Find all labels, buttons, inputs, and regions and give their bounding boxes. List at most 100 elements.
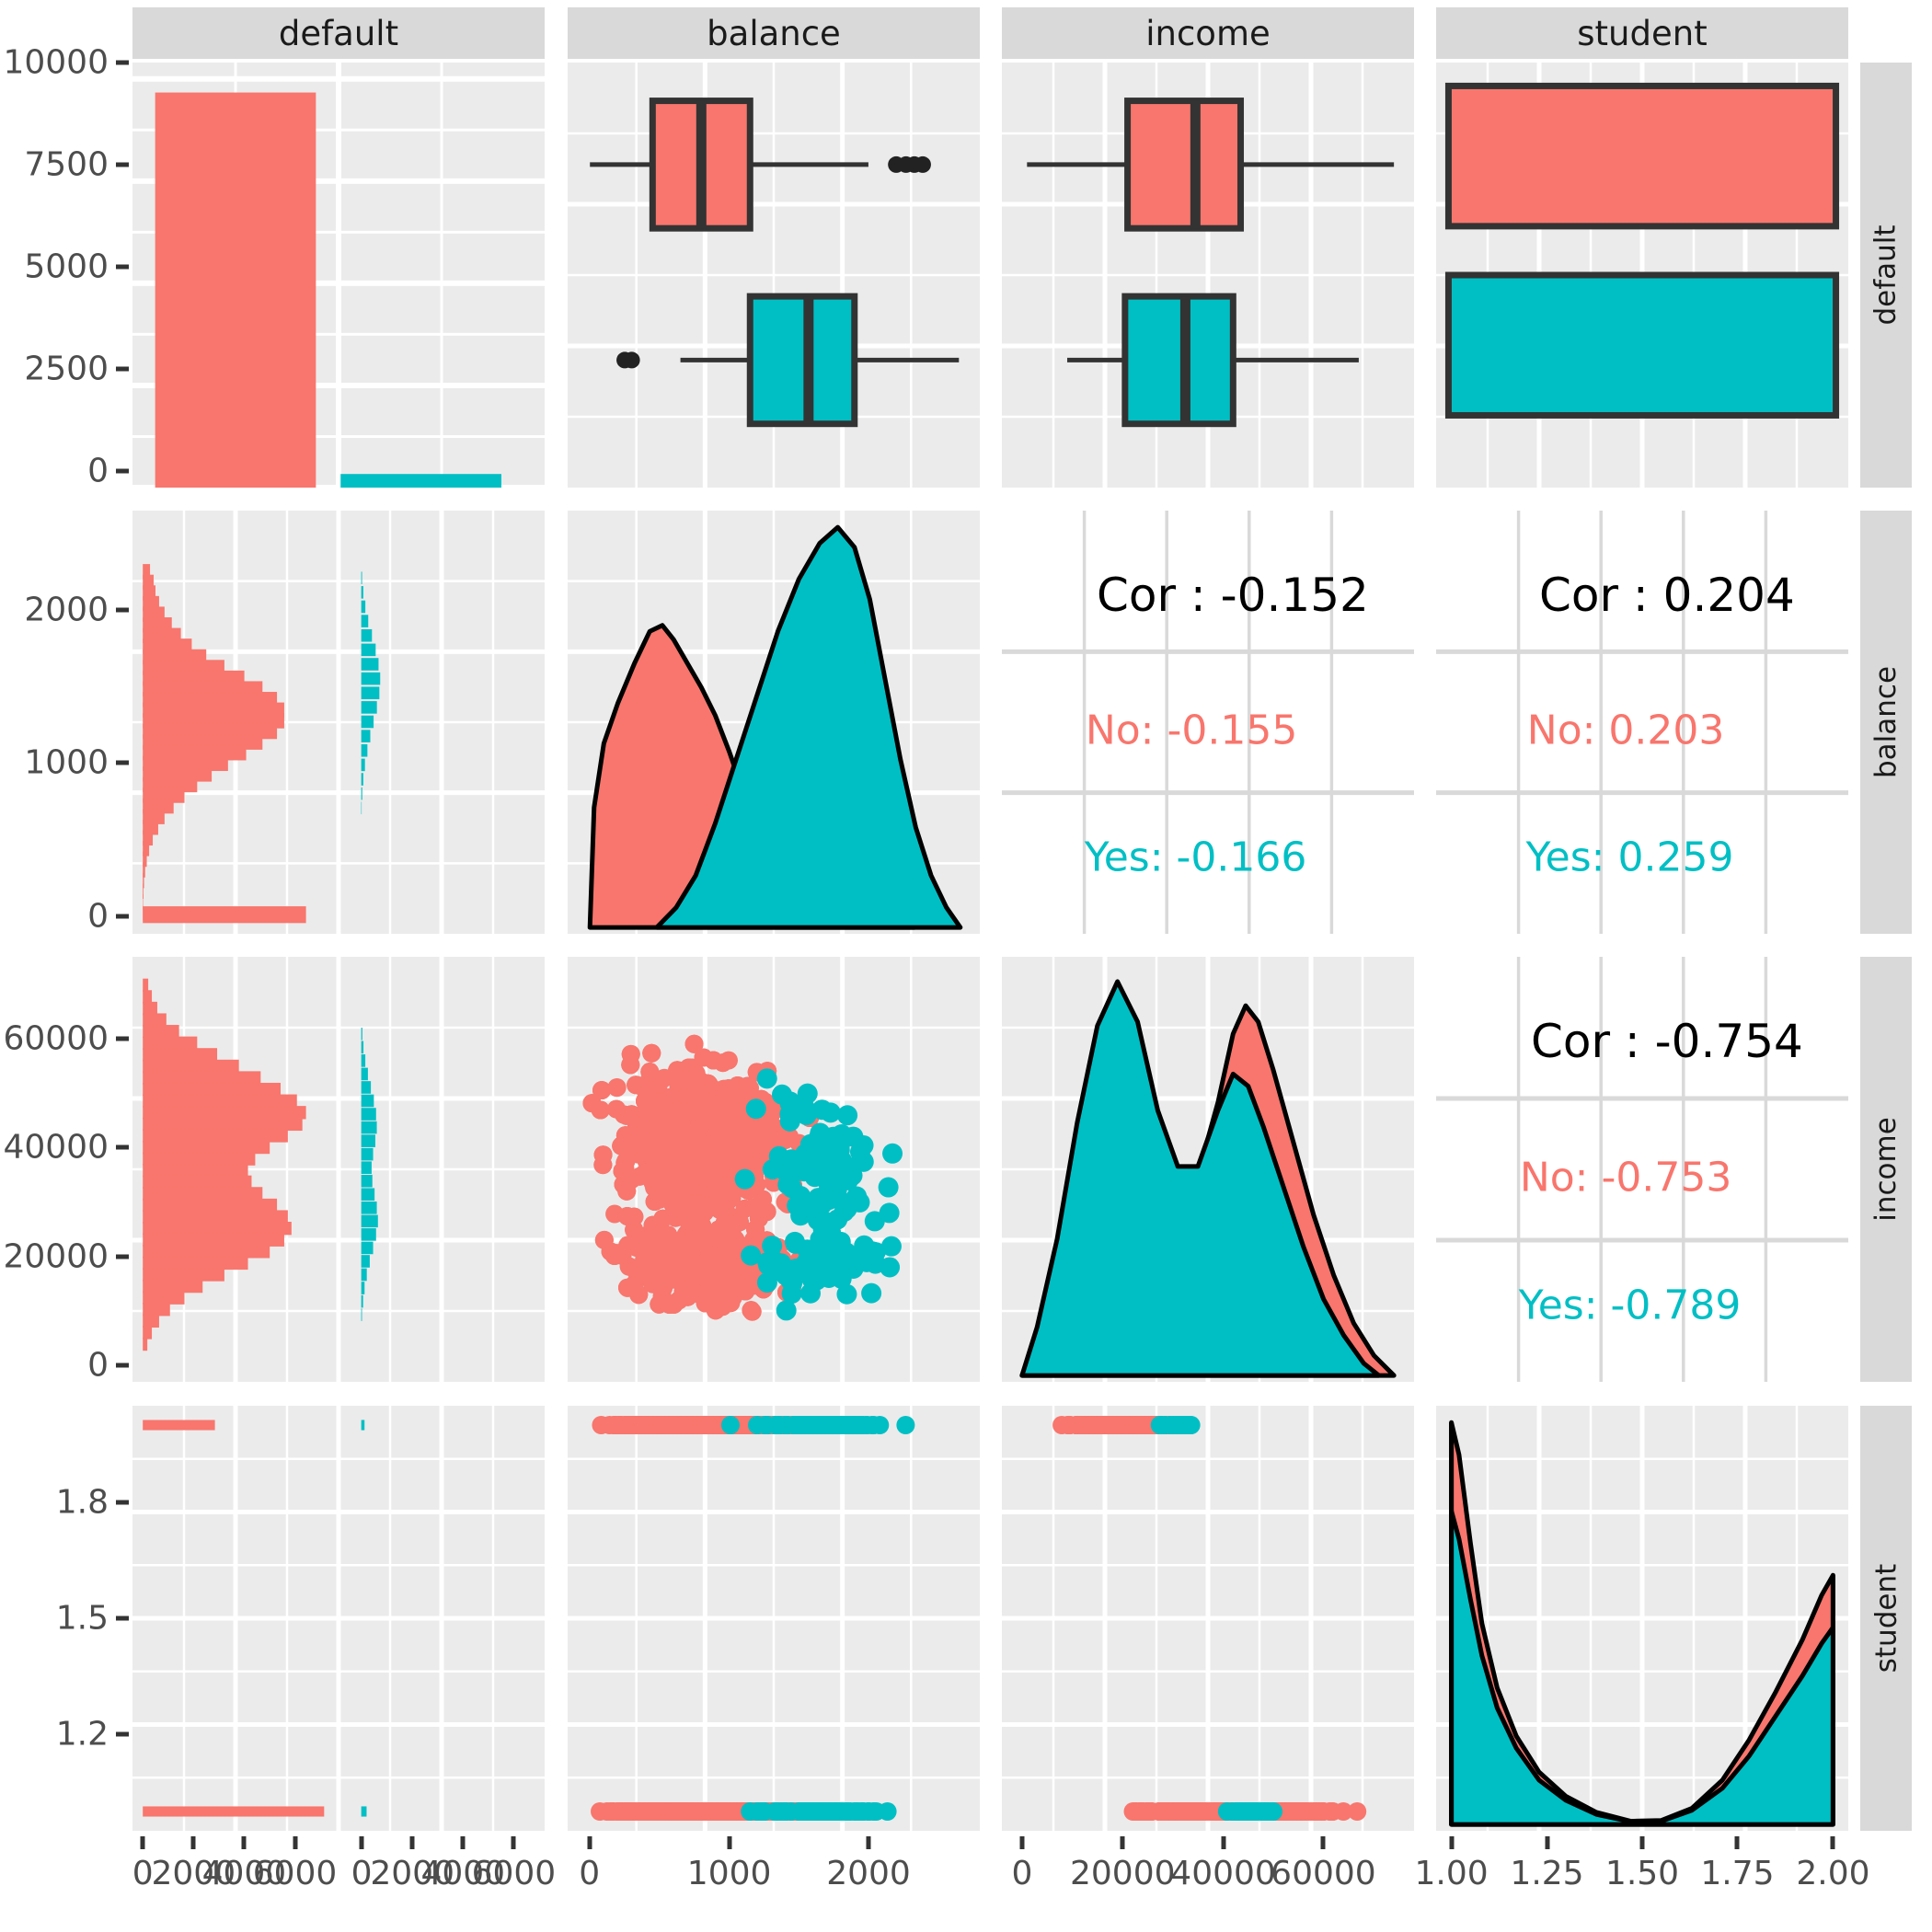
x-tick-mark — [587, 1836, 592, 1849]
y-tick-label: 1000 — [24, 743, 109, 782]
panel-student-vs-income — [1002, 1406, 1414, 1831]
cor-balance-student-yes: Yes: 0.259 — [1525, 834, 1734, 881]
x-tick-mark — [866, 1836, 871, 1849]
column-strip-student: student — [1436, 7, 1848, 59]
column-strip-label: student — [1577, 13, 1708, 53]
y-tick-mark — [116, 760, 129, 765]
row-strip-default: default — [1860, 63, 1912, 488]
x-tick-label: 60000 — [1271, 1855, 1376, 1892]
row-strip-label: default — [1869, 224, 1903, 326]
y-tick-mark — [116, 914, 129, 919]
x-tick-mark — [1449, 1836, 1455, 1849]
x-tick-label: 0 — [1011, 1855, 1033, 1892]
x-tick-label: 1000 — [686, 1855, 772, 1892]
x-tick-label: 0 — [132, 1855, 154, 1892]
row-strip-label: income — [1869, 1117, 1903, 1222]
ggpairs-matrix: default balance income student default balanc… — [0, 0, 1932, 1932]
column-strip-income: income — [1002, 7, 1414, 59]
y-tick-mark — [116, 1254, 129, 1259]
x-tick-mark — [409, 1836, 415, 1849]
panel-income-histogram — [132, 957, 545, 1382]
y-tick-mark — [116, 468, 129, 474]
panel-student-density — [1436, 1406, 1848, 1831]
panel-balance-by-default-boxplot — [568, 63, 980, 488]
row-strip-label: student — [1869, 1563, 1903, 1673]
panel-balance-density — [568, 511, 980, 934]
x-tick-label: 1.75 — [1700, 1855, 1775, 1892]
row-strip-label: balance — [1869, 665, 1903, 779]
y-tick-label: 2000 — [24, 591, 109, 629]
panel-student-histogram — [132, 1406, 545, 1831]
column-strip-label: balance — [707, 13, 841, 53]
y-tick-label: 1.8 — [55, 1483, 109, 1522]
x-tick-mark — [1830, 1836, 1835, 1849]
cor-balance-student-no: No: 0.203 — [1526, 707, 1725, 754]
y-tick-mark — [116, 162, 129, 167]
x-tick-mark — [140, 1836, 145, 1849]
x-tick-label: 0 — [351, 1855, 373, 1892]
y-tick-label: 10000 — [3, 43, 109, 82]
x-tick-mark — [1545, 1836, 1549, 1849]
x-tick-mark — [1639, 1836, 1645, 1849]
y-tick-label: 40000 — [3, 1128, 109, 1167]
cor-balance-income-overall: Cor : -0.152 — [1096, 569, 1369, 622]
y-tick-mark — [116, 607, 129, 613]
y-tick-mark — [116, 1731, 129, 1737]
x-tick-label: 1.25 — [1510, 1855, 1584, 1892]
y-tick-label: 1.5 — [55, 1599, 109, 1638]
y-tick-label: 7500 — [24, 145, 109, 184]
y-tick-label: 1.2 — [55, 1715, 109, 1754]
x-tick-mark — [460, 1836, 466, 1849]
row-strip-income: income — [1860, 957, 1912, 1382]
cor-income-student-no: No: -0.753 — [1519, 1154, 1732, 1202]
panel-balance-vs-income-scatter — [568, 957, 980, 1382]
x-tick-label: 2000 — [826, 1855, 911, 1892]
panel-income-by-default-boxplot — [1002, 63, 1414, 488]
y-tick-mark — [116, 1363, 129, 1368]
x-tick-label: 1.00 — [1414, 1855, 1489, 1892]
x-tick-mark — [511, 1836, 516, 1849]
x-tick-mark — [1120, 1836, 1125, 1849]
y-tick-label: 0 — [87, 897, 109, 936]
x-tick-mark — [190, 1836, 196, 1849]
cor-income-student-yes: Yes: -0.789 — [1518, 1282, 1742, 1329]
y-tick-mark — [116, 264, 129, 270]
cor-balance-income-no: No: -0.155 — [1085, 707, 1298, 754]
x-tick-label: 40000 — [1170, 1855, 1276, 1892]
x-tick-mark — [1221, 1836, 1226, 1849]
x-tick-mark — [1320, 1836, 1326, 1849]
y-tick-label: 2500 — [24, 350, 109, 388]
y-tick-label: 0 — [87, 1346, 109, 1385]
row-strip-student: student — [1860, 1406, 1912, 1831]
y-tick-mark — [116, 60, 129, 65]
x-tick-label: 20000 — [1069, 1855, 1176, 1892]
panel-income-density — [1002, 957, 1414, 1382]
panel-student-vs-balance — [568, 1406, 980, 1831]
x-tick-mark — [359, 1836, 364, 1849]
cor-income-student-overall: Cor : -0.754 — [1530, 1015, 1803, 1069]
panel-balance-histogram — [132, 511, 545, 934]
x-tick-label: 1.50 — [1604, 1855, 1680, 1892]
y-tick-label: 60000 — [3, 1019, 109, 1058]
y-tick-label: 0 — [87, 452, 109, 490]
x-tick-label: 6000 — [471, 1855, 557, 1892]
cor-balance-student-overall: Cor : 0.204 — [1538, 569, 1795, 622]
x-tick-label: 6000 — [252, 1855, 338, 1892]
column-strip-label: default — [278, 13, 399, 53]
y-tick-label: 20000 — [3, 1237, 109, 1276]
cor-balance-income-yes: Yes: -0.166 — [1084, 834, 1307, 881]
column-strip-default: default — [132, 7, 545, 59]
column-strip-label: income — [1145, 13, 1271, 53]
y-tick-mark — [116, 1036, 129, 1041]
y-tick-mark — [116, 366, 129, 372]
x-tick-mark — [1734, 1836, 1740, 1849]
y-tick-mark — [116, 1616, 129, 1621]
x-tick-label: 0 — [579, 1855, 601, 1892]
column-strip-balance: balance — [568, 7, 980, 59]
y-tick-label: 5000 — [24, 247, 109, 286]
x-tick-mark — [241, 1836, 247, 1849]
x-tick-mark — [727, 1836, 732, 1849]
y-tick-mark — [116, 1500, 129, 1505]
panel-student-by-default-bars — [1436, 63, 1848, 488]
panel-default-count-bar — [132, 63, 545, 488]
